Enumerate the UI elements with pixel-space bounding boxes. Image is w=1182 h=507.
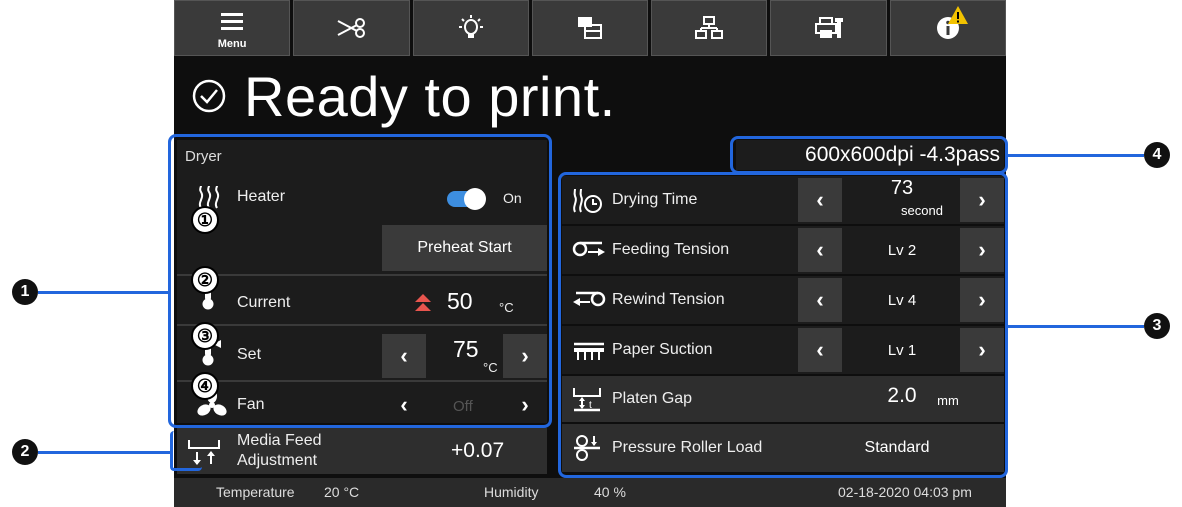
- status-line: Ready to print.: [192, 64, 616, 128]
- callout-1: 1: [12, 279, 38, 305]
- datetime: 02-18-2020 04:03 pm: [838, 484, 972, 500]
- temperature-label: Temperature: [216, 484, 295, 500]
- callout-box-media-feed: [170, 431, 202, 471]
- media-feed-label-2: Adjustment: [237, 452, 318, 469]
- media-feed-label-1: Media Feed: [237, 432, 322, 449]
- info-button[interactable]: [889, 0, 1006, 56]
- callout-3: 3: [1144, 313, 1170, 339]
- callout-line-1: [38, 291, 169, 294]
- network-icon: [695, 16, 724, 39]
- maintenance-button[interactable]: [770, 0, 887, 56]
- media-icon: [577, 17, 602, 39]
- callout-box-dryer: [168, 134, 552, 428]
- lamp-icon: [458, 15, 483, 38]
- humidity-label: Humidity: [484, 484, 539, 500]
- warning-icon: [947, 6, 968, 24]
- toolbar: Menu: [174, 0, 1006, 56]
- callout-line-3: [1006, 325, 1144, 328]
- callout-2: 2: [12, 439, 38, 465]
- cutter-button[interactable]: [293, 0, 410, 56]
- temperature-value: 20 °C: [324, 484, 360, 500]
- humidity-value: 40 %: [594, 484, 626, 500]
- callout-box-print-mode: [730, 136, 1008, 174]
- printer-maintenance-icon: [814, 17, 843, 38]
- media-button[interactable]: [531, 0, 649, 56]
- media-feed-value: +0.07: [451, 439, 505, 462]
- menu-icon: [221, 13, 244, 30]
- media-feed-adjustment-button[interactable]: Media Feed Adjustment +0.07: [177, 428, 547, 474]
- network-button[interactable]: [651, 0, 768, 56]
- menu-button[interactable]: Menu: [174, 0, 291, 56]
- menu-label: Menu: [217, 38, 247, 50]
- status-footer: Temperature 20 °C Humidity 40 % 02-18-20…: [174, 478, 1006, 507]
- callout-line-4: [1006, 154, 1144, 157]
- scissors-icon: [337, 18, 366, 38]
- status-text: Ready to print.: [244, 64, 616, 128]
- check-circle-icon: [192, 79, 226, 113]
- callout-line-2: [38, 451, 172, 454]
- lamp-button[interactable]: [412, 0, 529, 56]
- callout-box-settings: [558, 172, 1008, 478]
- callout-4: 4: [1144, 142, 1170, 168]
